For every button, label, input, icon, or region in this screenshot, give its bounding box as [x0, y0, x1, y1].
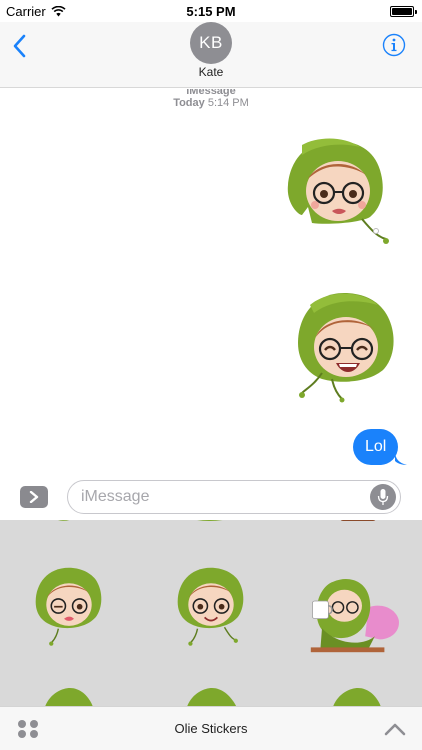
bubble-tail — [395, 451, 407, 465]
message-input-bar — [0, 474, 422, 520]
status-bar: Carrier 5:15 PM — [0, 0, 422, 22]
message-timestamp: Today 5:14 PM — [0, 97, 422, 109]
timestamp-day: Today — [173, 97, 205, 109]
contact-name[interactable]: Kate — [0, 65, 422, 79]
message-input-field[interactable] — [67, 480, 401, 514]
olie-sticker-partial[interactable] — [180, 686, 242, 706]
battery-level — [392, 8, 412, 15]
microphone-button[interactable] — [370, 484, 396, 510]
olie-sticker-drinking[interactable] — [306, 572, 402, 654]
olie-sticker-partial[interactable] — [38, 686, 98, 706]
sticker-drawer-bar: Olie Stickers — [0, 706, 422, 750]
sticker-drawer[interactable] — [0, 520, 422, 706]
apps-button[interactable] — [20, 486, 48, 508]
sticker-partial[interactable] — [338, 520, 378, 526]
service-label: iMessage — [186, 89, 236, 97]
sticker-pack-title: Olie Stickers — [174, 721, 248, 736]
timestamp-time: 5:14 PM — [207, 97, 249, 109]
olie-sticker-winking[interactable] — [30, 560, 108, 652]
olie-sticker-pouting[interactable] — [282, 135, 392, 255]
olie-sticker-smiling[interactable] — [172, 560, 250, 652]
olie-sticker-laughing[interactable] — [292, 289, 402, 409]
info-icon[interactable] — [382, 33, 406, 57]
sticker-partial[interactable] — [40, 520, 100, 526]
olie-sticker-partial[interactable] — [326, 686, 386, 706]
message-bubble-sent[interactable]: Lol — [353, 429, 399, 465]
avatar-initials: KB — [199, 33, 223, 52]
message-text: Lol — [365, 438, 387, 455]
conversation-view[interactable]: iMessage Today 5:14 PM Lol — [0, 89, 422, 474]
avatar[interactable]: KB — [190, 22, 232, 64]
conversation-header: KB Kate — [0, 22, 422, 88]
message-input[interactable] — [68, 481, 348, 513]
chevron-up-icon[interactable] — [384, 721, 406, 737]
status-time: 5:15 PM — [186, 4, 236, 19]
chevron-right-icon — [29, 491, 39, 503]
sticker-partial[interactable] — [180, 520, 250, 526]
back-chevron-icon[interactable] — [8, 32, 32, 60]
microphone-icon — [377, 489, 389, 505]
battery-icon — [390, 6, 417, 17]
